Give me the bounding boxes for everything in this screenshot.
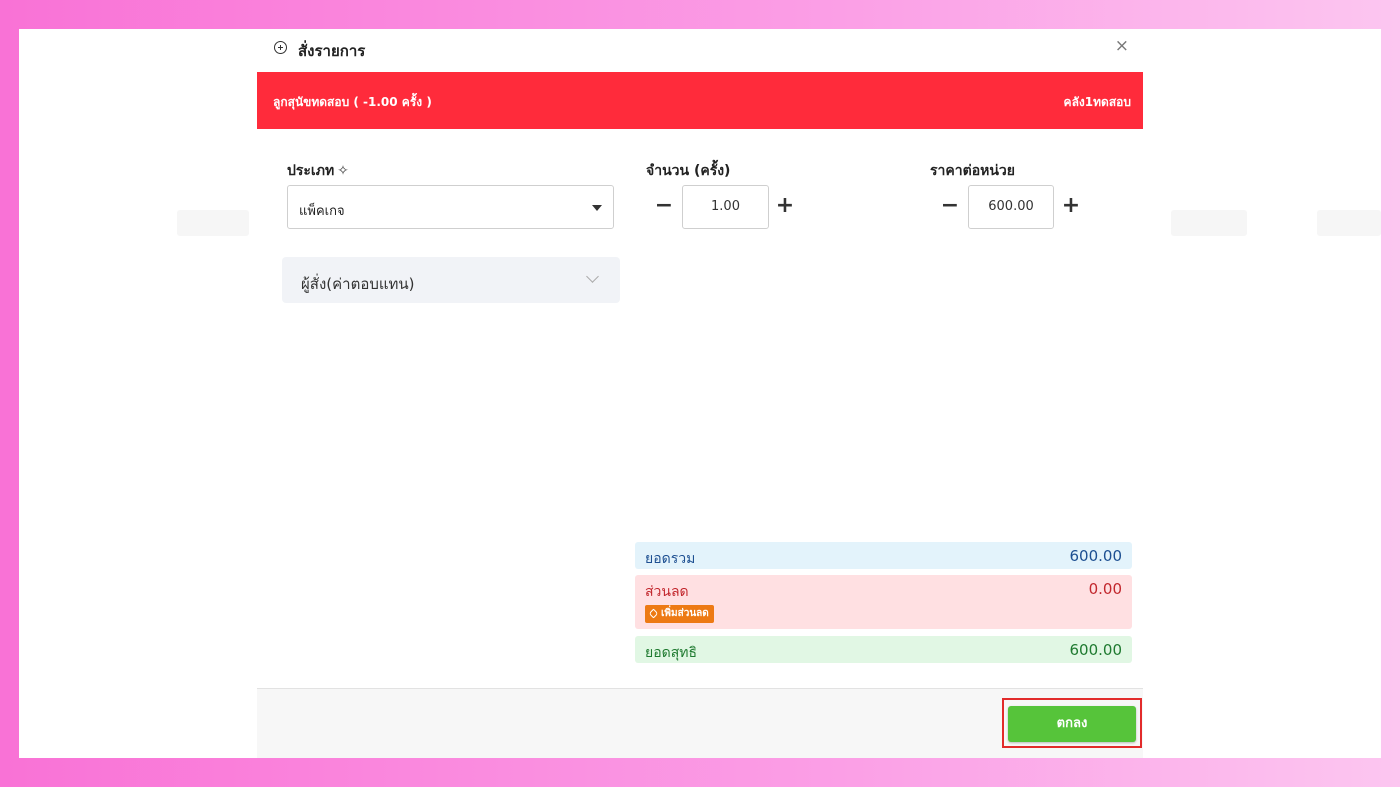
unit-price-label: ราคาต่อหน่วย (930, 163, 1015, 179)
price-increase-button[interactable]: + (1059, 195, 1083, 219)
plus-circle-icon (274, 41, 287, 54)
background-element (177, 210, 249, 236)
price-decrease-button[interactable]: − (938, 195, 962, 219)
unit-price-input[interactable]: 600.00 (968, 185, 1054, 229)
quantity-input[interactable]: 1.00 (682, 185, 769, 229)
order-modal: สั่งรายการ × ลูกสุนัขทดสอบ ( -1.00 ครั้ง… (257, 29, 1143, 758)
quantity-label: จำนวน (ครั้ง) (646, 163, 731, 179)
type-select-value: แพ็คเกจ (299, 204, 345, 219)
ok-button[interactable]: ตกลง (1008, 706, 1136, 742)
discount-value: 0.00 (1088, 580, 1122, 598)
type-label: ประเภท ✧ (287, 160, 349, 182)
orderer-label: ผู้สั่ง(ค่าตอบแทน) (301, 275, 415, 293)
customer-info: ลูกสุนัขทดสอบ ( -1.00 ครั้ง ) (273, 95, 432, 109)
net-row: ยอดสุทธิ 600.00 (635, 636, 1132, 663)
total-row: ยอดรวม 600.00 (635, 542, 1132, 569)
quantity-decrease-button[interactable]: − (652, 195, 676, 219)
warehouse-name: คลัง1ทดสอบ (1063, 95, 1131, 109)
modal-title: สั่งรายการ (298, 42, 366, 60)
tag-icon (648, 608, 659, 619)
screen: สั่งรายการ × ลูกสุนัขทดสอบ ( -1.00 ครั้ง… (19, 29, 1381, 758)
total-label: ยอดรวม (645, 551, 696, 567)
quantity-increase-button[interactable]: + (773, 195, 797, 219)
discount-label: ส่วนลด (645, 584, 689, 600)
add-discount-label: เพิ่มส่วนลด (661, 608, 709, 619)
total-value: 600.00 (1069, 547, 1123, 565)
discount-row: ส่วนลด 0.00 เพิ่มส่วนลด (635, 575, 1132, 629)
chevron-down-icon (586, 270, 599, 283)
close-button[interactable]: × (1115, 38, 1129, 55)
sparkle-icon: ✧ (337, 163, 349, 179)
modal-header: สั่งรายการ × (257, 29, 1143, 72)
customer-banner: ลูกสุนัขทดสอบ ( -1.00 ครั้ง ) คลัง1ทดสอบ (257, 72, 1143, 129)
type-label-text: ประเภท (287, 163, 335, 179)
net-value: 600.00 (1069, 641, 1123, 659)
modal-footer: ตกลง (257, 688, 1143, 758)
background-element (1171, 210, 1247, 236)
net-label: ยอดสุทธิ (645, 645, 698, 661)
background-element (1317, 210, 1381, 236)
orderer-accordion[interactable]: ผู้สั่ง(ค่าตอบแทน) (282, 257, 620, 303)
caret-down-icon (592, 205, 602, 211)
add-discount-button[interactable]: เพิ่มส่วนลด (645, 605, 714, 623)
type-select[interactable]: แพ็คเกจ (287, 185, 614, 229)
